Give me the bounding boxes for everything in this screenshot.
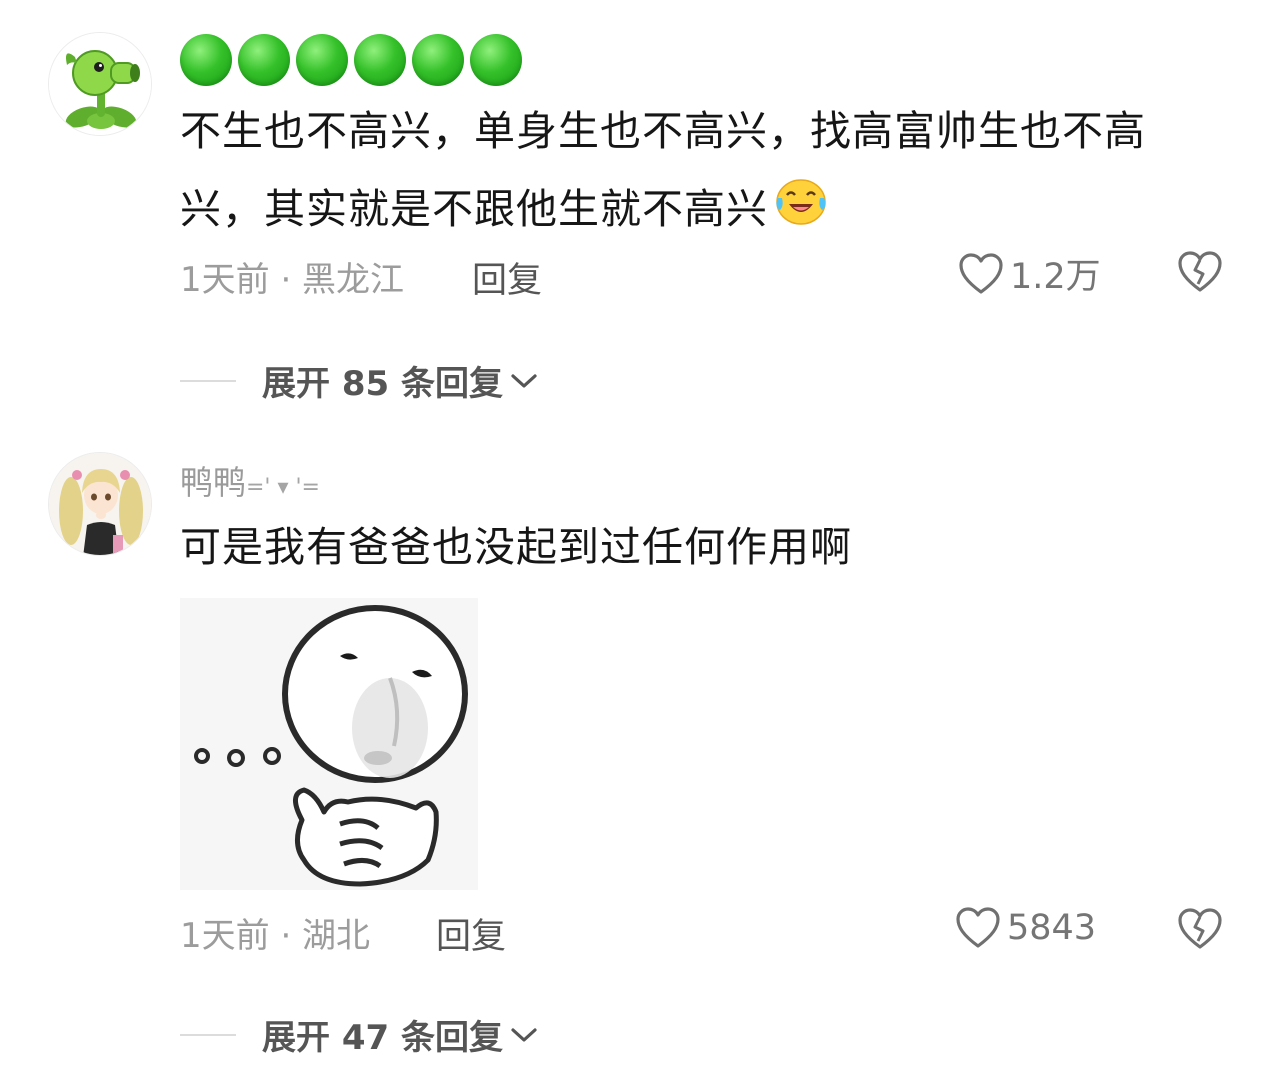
like-button[interactable]: 5843 <box>955 906 1096 950</box>
comment-item: 鸭鸭=' ▾ '= 可是我有爸爸也没起到过任何作用啊 1天前 · 湖北 回复 5… <box>0 0 1275 1080</box>
thinking-face-sticker-icon[interactable] <box>180 598 478 890</box>
chevron-down-icon <box>511 1027 537 1042</box>
username-kaomoji: =' ▾ '= <box>246 475 320 500</box>
comment-text: 可是我有爸爸也没起到过任何作用啊 <box>180 523 852 571</box>
expand-replies-button[interactable]: 展开 47 条回复 <box>180 1010 541 1059</box>
username-text: 鸭鸭 <box>180 463 246 502</box>
broken-heart-icon <box>1178 908 1222 949</box>
comment-meta: 1天前 · 湖北 <box>180 916 371 956</box>
reply-button[interactable]: 回复 <box>436 908 506 959</box>
heart-icon <box>956 907 1000 948</box>
username[interactable]: 鸭鸭=' ▾ '= <box>180 456 320 504</box>
dislike-button[interactable] <box>1176 907 1224 955</box>
expand-replies-label: 展开 47 条回复 <box>262 1018 503 1058</box>
like-count: 5843 <box>1007 908 1097 948</box>
divider-line <box>180 1033 236 1036</box>
anime-girl-avatar-icon[interactable] <box>48 452 152 556</box>
